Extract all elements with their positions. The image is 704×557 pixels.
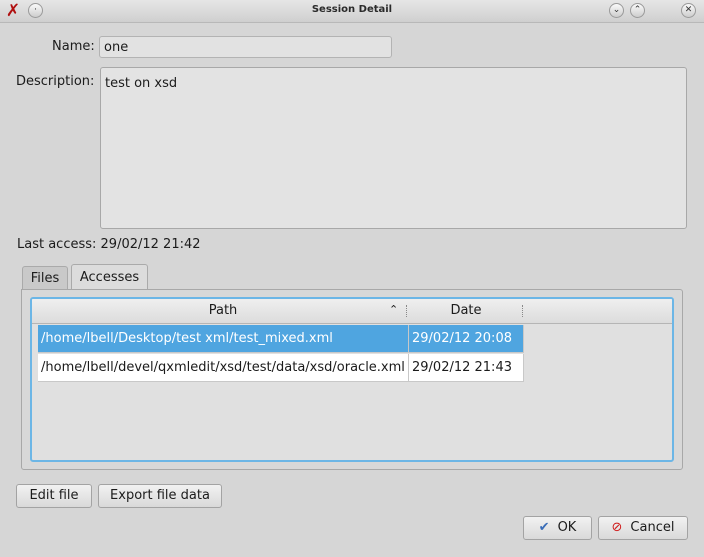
column-separator[interactable] [406, 305, 407, 317]
table-cell-date: 29/02/12 21:43 [409, 354, 524, 382]
name-input-value: one [104, 40, 129, 55]
description-textarea[interactable]: test on xsd [100, 67, 687, 229]
last-access-text: Last access: 29/02/12 21:42 [17, 237, 201, 252]
edit-file-button[interactable]: Edit file [16, 484, 92, 508]
column-header-path[interactable]: Path [38, 299, 408, 323]
window-title: Session Detail [311, 4, 393, 15]
column-header-date[interactable]: Date [409, 299, 523, 323]
description-value: test on xsd [105, 76, 178, 91]
ok-button-label: OK [557, 520, 577, 535]
name-label: Name: [52, 39, 95, 54]
export-file-data-button[interactable]: Export file data [98, 484, 222, 508]
description-label: Description: [16, 74, 95, 89]
close-icon[interactable]: ✕ [681, 3, 696, 18]
cancel-icon: ⊘ [611, 520, 623, 535]
name-input[interactable]: one [99, 36, 392, 58]
ok-button[interactable]: ✔ OK [523, 516, 592, 540]
accesses-table[interactable]: Path ⌃ Date /home/lbell/Desktop/test xml… [30, 297, 674, 462]
minimize-icon[interactable]: ⌄ [609, 3, 624, 18]
check-icon: ✔ [538, 520, 550, 535]
cancel-button-label: Cancel [630, 520, 675, 535]
title-bar: ✗ · Session Detail ⌄ ⌃ ✕ [0, 0, 704, 23]
sort-ascending-icon: ⌃ [389, 303, 399, 316]
tab-accesses[interactable]: Accesses [71, 264, 148, 290]
table-cell-date: 29/02/12 20:08 [409, 325, 524, 353]
column-header-path-label: Path [208, 303, 238, 318]
edit-file-button-label: Edit file [29, 488, 79, 503]
table-header: Path ⌃ Date [32, 299, 672, 324]
cancel-button[interactable]: ⊘ Cancel [598, 516, 688, 540]
tab-files[interactable]: Files [22, 266, 68, 290]
table-cell-path: /home/lbell/Desktop/test xml/test_mixed.… [38, 325, 409, 353]
table-cell-path: /home/lbell/devel/qxmledit/xsd/test/data… [38, 354, 409, 382]
column-header-date-label: Date [450, 303, 482, 318]
export-file-data-button-label: Export file data [110, 488, 210, 503]
column-separator[interactable] [522, 305, 523, 317]
maximize-icon[interactable]: ⌃ [630, 3, 645, 18]
